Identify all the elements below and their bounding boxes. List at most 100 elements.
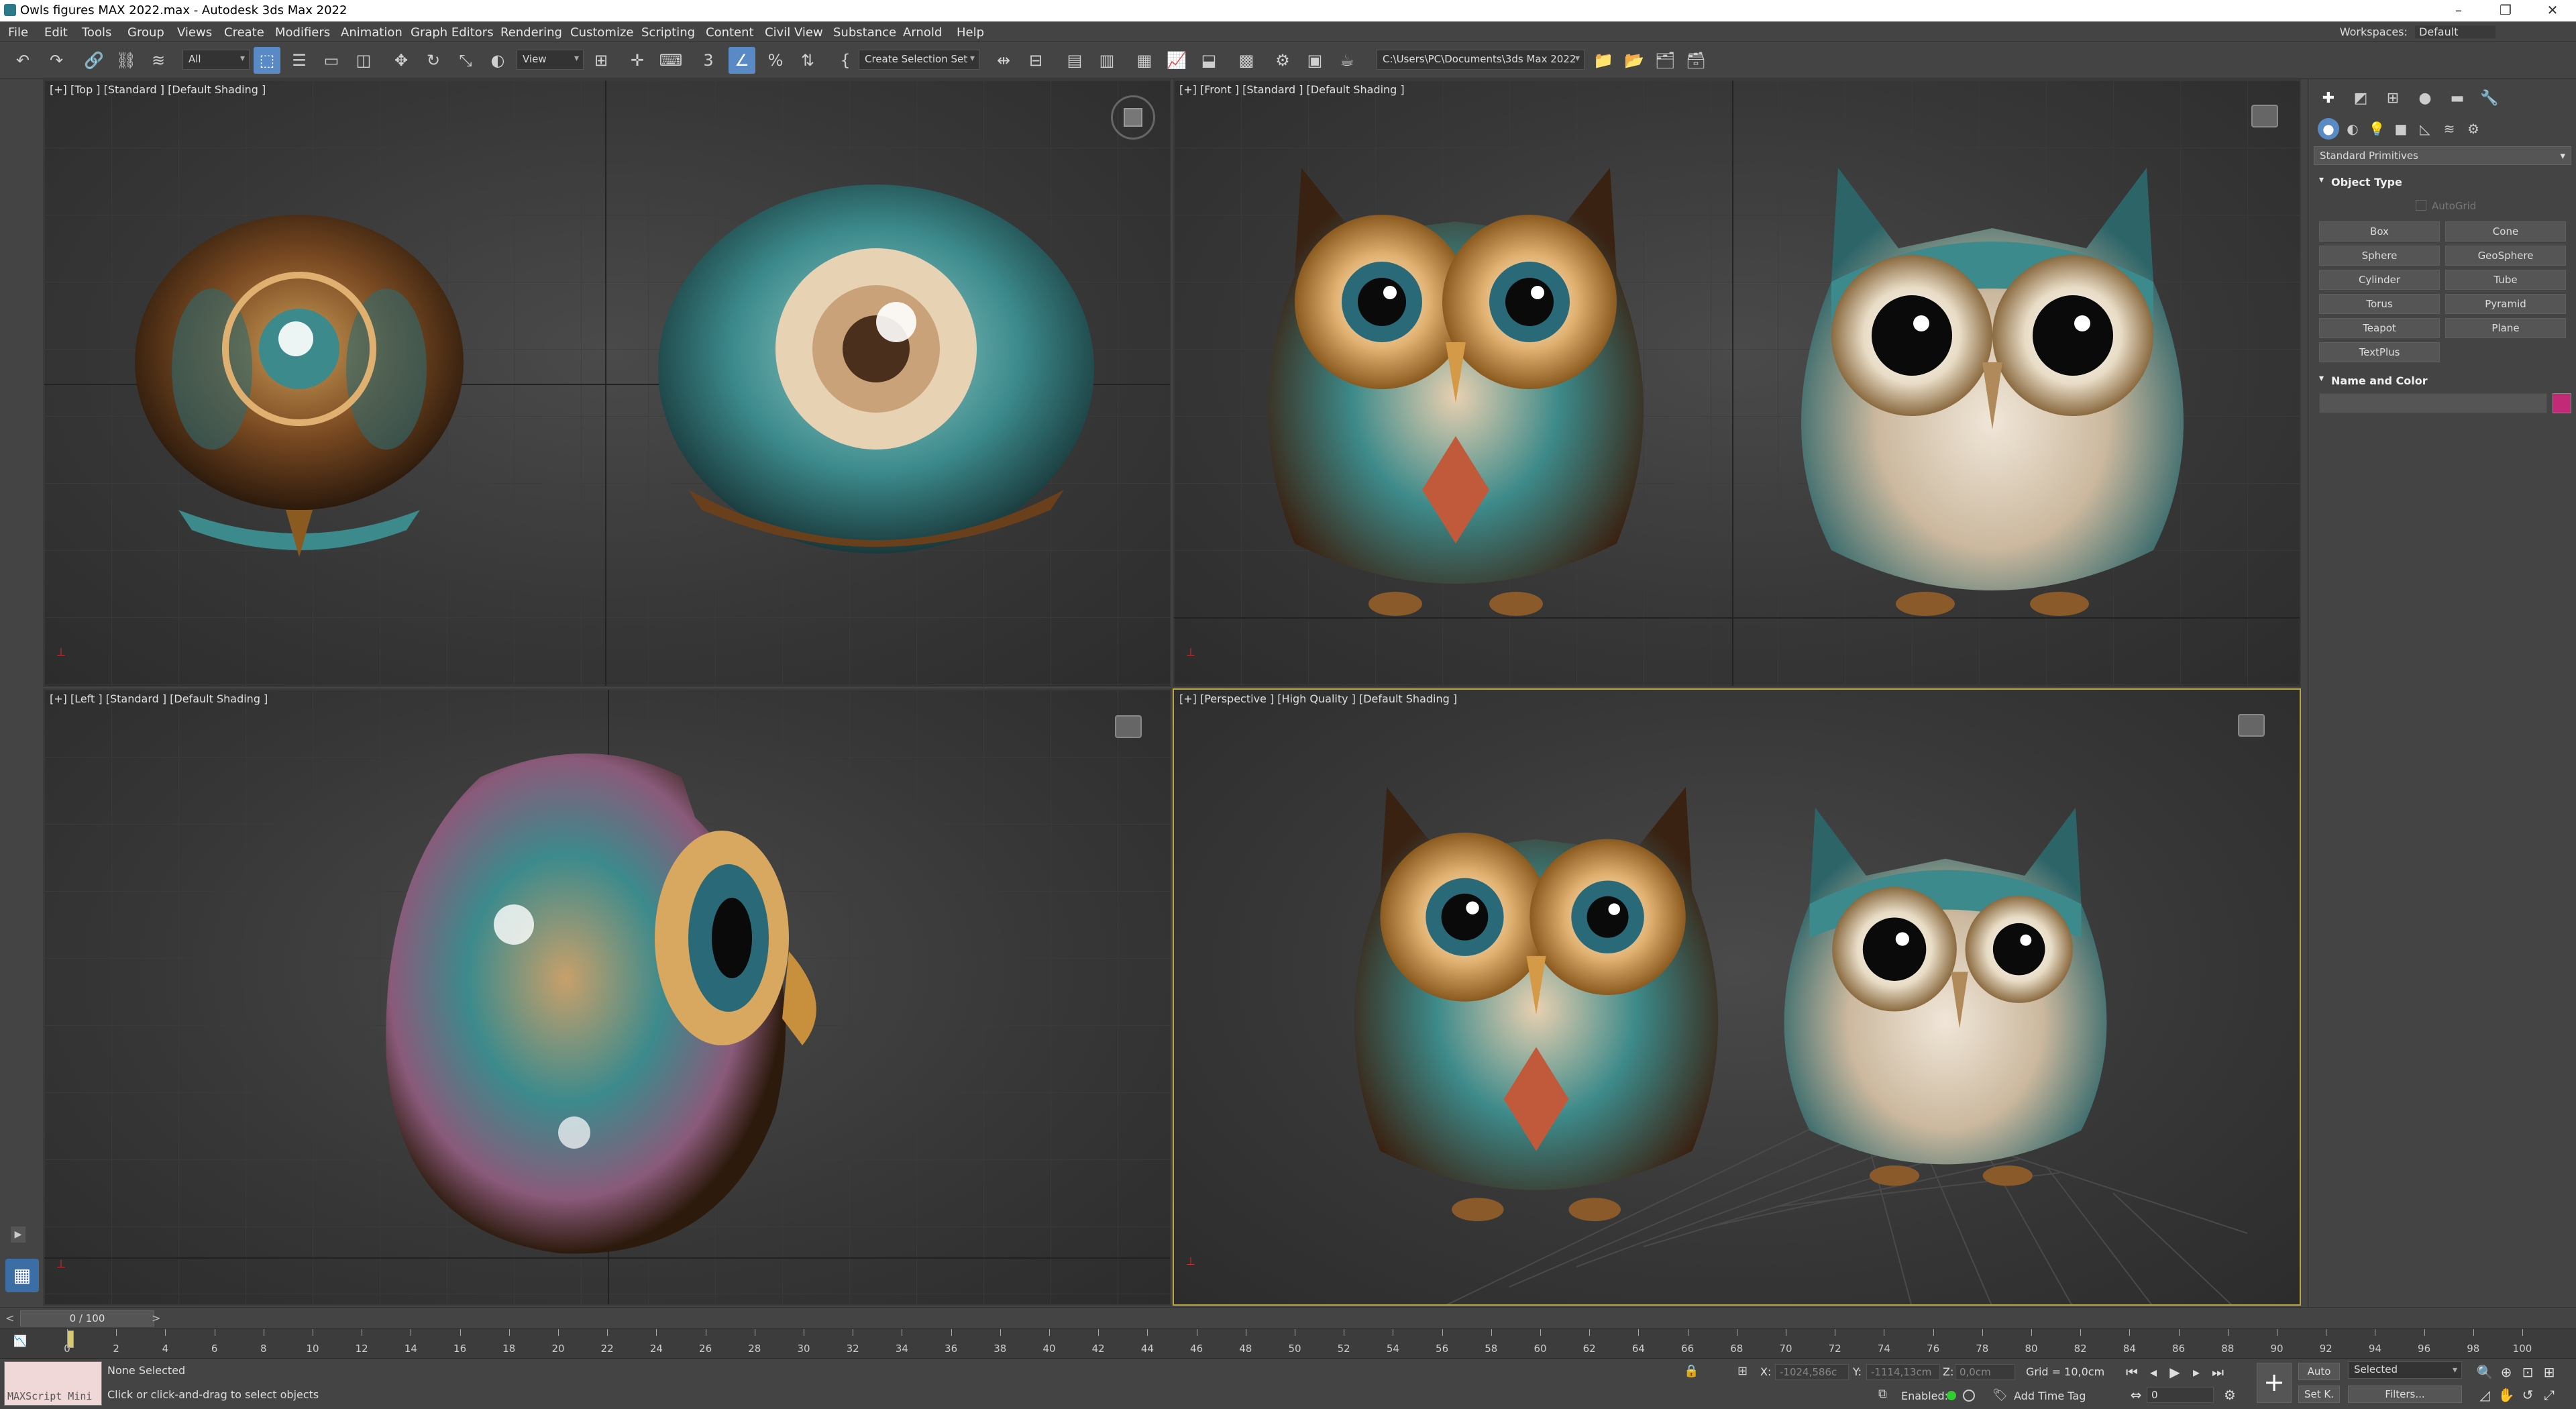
enabled-indicator-icon[interactable] <box>1947 1391 1956 1400</box>
zoom-icon[interactable]: 🔍 <box>2475 1363 2494 1381</box>
adaptive-degradation-icon[interactable]: ⧉ <box>1878 1387 1894 1403</box>
pivot-center-icon[interactable]: ⊞ <box>588 47 614 74</box>
time-config-icon[interactable]: ⚙ <box>2220 1386 2239 1404</box>
menu-views[interactable]: Views <box>177 25 212 40</box>
maximize-viewport-icon[interactable]: ⤢ <box>2540 1386 2559 1404</box>
project-folder-icon[interactable]: 📁 <box>1590 47 1617 74</box>
next-frame-icon[interactable]: ▸ <box>2187 1363 2206 1381</box>
tube-button[interactable]: Tube <box>2445 270 2566 290</box>
viewcube-icon[interactable] <box>1111 95 1155 140</box>
reference-coordinate-dropdown[interactable]: View <box>517 50 584 70</box>
create-tab-icon[interactable]: ✚ <box>2315 87 2342 110</box>
menu-rendering[interactable]: Rendering <box>500 25 562 40</box>
selection-set-dropdown[interactable]: Create Selection Set <box>859 50 979 70</box>
maxscript-listener[interactable]: MAXScript Mini <box>4 1361 102 1406</box>
render-icon[interactable]: ☕ <box>1334 47 1360 74</box>
layer-explorer-icon[interactable]: ▥ <box>1093 47 1120 74</box>
absolute-mode-icon[interactable]: ⊞ <box>1737 1364 1754 1380</box>
pan-icon[interactable]: ✋ <box>2497 1386 2516 1404</box>
teapot-button[interactable]: Teapot <box>2319 318 2440 338</box>
previous-frame-icon[interactable]: ◂ <box>2144 1363 2163 1381</box>
set-key-button[interactable]: Set K. <box>2298 1386 2340 1403</box>
cone-button[interactable]: Cone <box>2445 221 2566 242</box>
key-mode-icon[interactable]: ⇔ <box>2127 1386 2145 1404</box>
plane-button[interactable]: Plane <box>2445 318 2566 338</box>
viewport-camera-icon[interactable] <box>2251 105 2278 127</box>
selection-filter-dropdown[interactable]: All <box>182 50 250 70</box>
schematic-view-icon[interactable]: ⬓ <box>1195 47 1222 74</box>
current-frame-field[interactable]: 0 <box>2147 1387 2214 1403</box>
orbit-icon[interactable]: ↺ <box>2518 1386 2537 1404</box>
viewport-perspective[interactable]: [+] [Perspective ] [High Quality ] [Defa… <box>1173 688 2301 1306</box>
trackbar[interactable]: 📉 0 2 4 6 8 10 12 14 16 18 20 22 24 26 28 30 32 34 36 38 40 4… <box>0 1328 2576 1358</box>
snap-toggle-icon[interactable]: 3 <box>695 47 722 74</box>
menu-edit[interactable]: Edit <box>44 25 68 40</box>
create-project-icon[interactable]: 🗃 <box>1682 47 1709 74</box>
time-slider-thumb[interactable]: 0 / 100 <box>20 1310 154 1326</box>
menu-arnold[interactable]: Arnold <box>903 25 942 40</box>
move-icon[interactable]: ✥ <box>388 47 415 74</box>
menu-civil-view[interactable]: Civil View <box>765 25 823 40</box>
owl-figure-front-2[interactable] <box>1778 148 2207 624</box>
owl-figure-side-view[interactable] <box>373 737 843 1267</box>
auto-key-button[interactable]: Auto <box>2298 1363 2340 1380</box>
close-button[interactable]: ✕ <box>2529 0 2576 21</box>
owl-figure-front-1[interactable] <box>1241 141 1670 624</box>
zoom-all-icon[interactable]: ⊕ <box>2497 1363 2516 1381</box>
cameras-icon[interactable]: ■ <box>2390 118 2412 140</box>
menu-content[interactable]: Content <box>706 25 754 40</box>
named-selection-icon[interactable]: { <box>832 47 859 74</box>
motion-tab-icon[interactable]: ● <box>2412 87 2438 110</box>
manipulate-icon[interactable]: ✛ <box>624 47 651 74</box>
object-name-input[interactable] <box>2319 393 2547 413</box>
modify-tab-icon[interactable]: ◩ <box>2347 87 2374 110</box>
curve-editor-icon[interactable]: 📈 <box>1163 47 1190 74</box>
open-folder-icon[interactable]: 📂 <box>1621 47 1648 74</box>
play-icon[interactable]: ▶ <box>2165 1363 2184 1381</box>
window-crossing-icon[interactable]: ◫ <box>350 47 377 74</box>
angle-snap-icon[interactable]: ∠ <box>729 47 755 74</box>
textplus-button[interactable]: TextPlus <box>2319 342 2440 362</box>
redo-icon[interactable]: ↷ <box>43 47 70 74</box>
box-button[interactable]: Box <box>2319 221 2440 242</box>
rotate-icon[interactable]: ↻ <box>420 47 447 74</box>
expand-strip-icon[interactable]: ▶ <box>11 1227 25 1243</box>
sphere-button[interactable]: Sphere <box>2319 246 2440 266</box>
percent-snap-icon[interactable]: % <box>762 47 789 74</box>
pyramid-button[interactable]: Pyramid <box>2445 294 2566 314</box>
viewport-label[interactable]: [+] [Front ] [Standard ] [Default Shadin… <box>1179 83 1405 96</box>
x-coordinate-field[interactable]: -1024,586c <box>1775 1364 1849 1380</box>
geosphere-button[interactable]: GeoSphere <box>2445 246 2566 266</box>
object-color-swatch[interactable] <box>2553 393 2571 413</box>
name-and-color-rollout[interactable]: Name and Color <box>2314 370 2571 390</box>
ribbon-icon[interactable]: ▦ <box>1131 47 1158 74</box>
menu-substance[interactable]: Substance <box>833 25 896 40</box>
undo-icon[interactable]: ↶ <box>9 47 36 74</box>
link-icon[interactable]: 🔗 <box>80 47 107 74</box>
owl-figure-perspective-2[interactable] <box>1764 784 2127 1200</box>
cylinder-button[interactable]: Cylinder <box>2319 270 2440 290</box>
select-object-icon[interactable]: ⬚ <box>254 47 280 74</box>
current-frame-marker[interactable] <box>67 1330 74 1348</box>
set-key-icon[interactable]: + <box>2257 1363 2292 1403</box>
owl-figure-perspective-1[interactable] <box>1328 750 1744 1240</box>
y-coordinate-field[interactable]: -1114,13cm <box>1866 1364 1940 1380</box>
viewport-label[interactable]: [+] [Perspective ] [High Quality ] [Defa… <box>1179 692 1457 705</box>
viewport-left[interactable]: [+] [Left ] [Standard ] [Default Shading… <box>43 688 1171 1306</box>
project-settings-icon[interactable]: 🗂 <box>1652 47 1678 74</box>
spinner-snap-icon[interactable]: ⇅ <box>794 47 821 74</box>
menu-help[interactable]: Help <box>957 25 984 40</box>
project-folder-dropdown[interactable]: C:\Users\PC\Documents\3ds Max 2022 <box>1377 50 1585 70</box>
lights-icon[interactable]: 💡 <box>2366 118 2387 140</box>
lock-selection-icon[interactable]: 🔒 <box>1684 1364 1700 1380</box>
slider-right-arrow-icon[interactable]: > <box>152 1312 160 1324</box>
scale-icon[interactable]: ⤡ <box>452 47 479 74</box>
shapes-icon[interactable]: ◐ <box>2342 118 2363 140</box>
time-tag-icon[interactable]: 🏷 <box>1992 1388 2008 1402</box>
autogrid-checkbox[interactable]: AutoGrid <box>2416 200 2476 212</box>
menu-customize[interactable]: Customize <box>570 25 633 40</box>
viewport-camera-icon[interactable] <box>2238 714 2265 737</box>
align-icon[interactable]: ⊟ <box>1022 47 1049 74</box>
z-coordinate-field[interactable]: 0,0cm <box>1955 1364 2015 1380</box>
hierarchy-tab-icon[interactable]: ⊞ <box>2379 87 2406 110</box>
